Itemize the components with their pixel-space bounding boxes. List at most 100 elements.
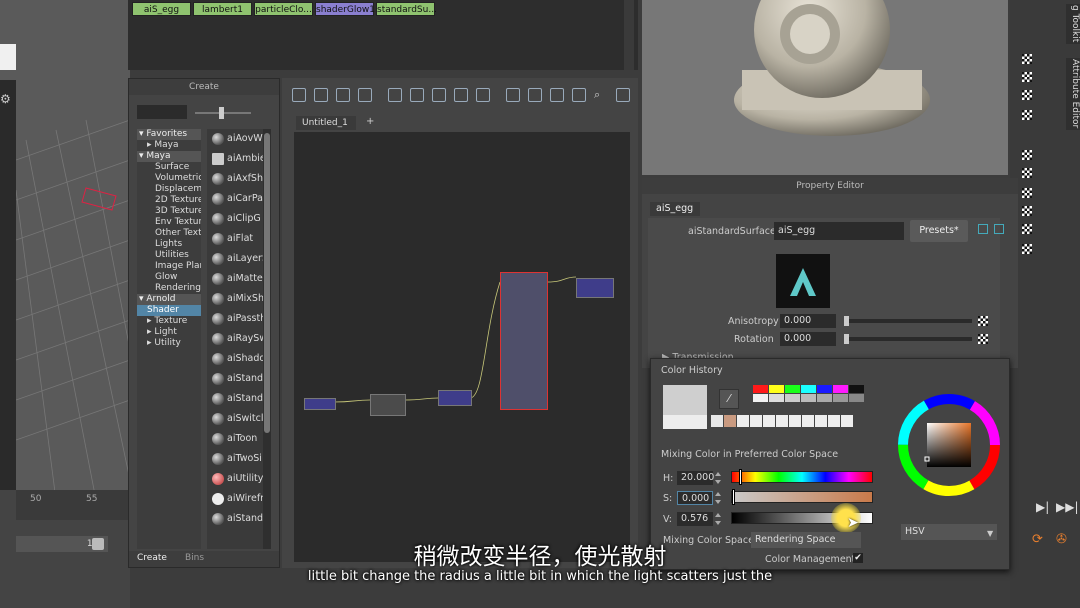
saturation-marker[interactable] [732, 489, 735, 505]
material-swatch[interactable]: particleClo... [254, 2, 313, 16]
checker-icon[interactable] [1022, 224, 1032, 234]
graph-node[interactable] [438, 390, 472, 406]
color-wheel[interactable] [897, 393, 1001, 497]
node-type-item[interactable]: aiFlat [207, 229, 263, 249]
custom-view-icon[interactable] [572, 88, 586, 102]
anisotropy-field[interactable]: 0.000 [780, 314, 836, 328]
tree-item[interactable]: ▸ Light [137, 327, 201, 338]
graph-node[interactable] [576, 278, 614, 298]
h-field[interactable]: 20.000 [677, 471, 714, 485]
material-swatch[interactable]: shaderGlow1 [315, 2, 375, 16]
map-button-icon[interactable] [978, 334, 988, 344]
v-field[interactable]: 0.576 [677, 512, 713, 526]
recent-swatch[interactable] [750, 415, 762, 427]
tree-item[interactable]: Utilities [137, 250, 201, 261]
history-swatch[interactable] [769, 394, 784, 402]
anisotropy-slider[interactable] [844, 319, 972, 323]
eyedropper-icon[interactable]: ⁄ [719, 389, 739, 409]
tree-item[interactable]: Other Text [137, 228, 201, 239]
output-graph-icon[interactable] [314, 88, 328, 102]
tree-item[interactable]: ▾ Favorites [137, 129, 201, 140]
tab-ais-egg[interactable]: aiS_egg [650, 202, 700, 216]
material-swatch[interactable]: standardSu... [376, 2, 437, 16]
tree-item[interactable]: Surface [137, 162, 201, 173]
h-spinner[interactable] [713, 470, 723, 486]
hue-bar[interactable] [731, 471, 873, 483]
anisotropy-slider-knob[interactable] [844, 316, 849, 326]
tree-item[interactable]: Image Plar [137, 261, 201, 272]
saturation-bar[interactable] [731, 491, 873, 503]
history-swatch[interactable] [801, 385, 816, 393]
icon-size-knob[interactable] [219, 107, 224, 119]
tree-item[interactable]: Env Textur [137, 217, 201, 228]
history-swatch[interactable] [769, 385, 784, 393]
checker-icon[interactable] [1022, 110, 1032, 120]
simple-view-icon[interactable] [506, 88, 520, 102]
graph-up-icon[interactable] [454, 88, 468, 102]
recent-swatch[interactable] [711, 415, 723, 427]
tree-item[interactable]: Glow [137, 272, 201, 283]
tree-item[interactable]: 3D Texture [137, 206, 201, 217]
recent-swatch[interactable] [776, 415, 788, 427]
time-ruler[interactable]: 50 55 [16, 490, 130, 520]
tree-item[interactable]: ▸ Utility [137, 338, 201, 349]
tree-item[interactable]: 2D Texture [137, 195, 201, 206]
node-type-item[interactable]: aiStand [207, 509, 263, 529]
history-swatch[interactable] [833, 385, 848, 393]
node-type-item[interactable]: aiMixSh [207, 289, 263, 309]
connected-view-icon[interactable] [528, 88, 542, 102]
node-type-item[interactable]: aiShado [207, 349, 263, 369]
node-type-item[interactable]: aiLayerS [207, 249, 263, 269]
recent-swatch[interactable] [724, 415, 736, 427]
node-graph-canvas[interactable] [294, 132, 630, 562]
v-spinner[interactable] [713, 511, 723, 527]
graph-down-icon[interactable] [476, 88, 490, 102]
copy-tab-icon[interactable] [978, 224, 988, 234]
tree-item[interactable]: Lights [137, 239, 201, 250]
node-type-item[interactable]: aiAmbie [207, 149, 263, 169]
recent-swatch[interactable] [802, 415, 814, 427]
tree-item[interactable]: Rendering [137, 283, 201, 294]
node-type-item[interactable]: aiAxfSh [207, 169, 263, 189]
history-swatch[interactable] [753, 394, 768, 402]
recent-swatch[interactable] [737, 415, 749, 427]
recent-swatch[interactable] [815, 415, 827, 427]
attribute-editor-tab[interactable]: Attribute Editor [1066, 58, 1080, 130]
presets-button[interactable]: Presets* [910, 220, 968, 242]
node-type-item[interactable]: aiPassth [207, 309, 263, 329]
end-icon[interactable]: ▶▶| [1056, 500, 1079, 514]
history-swatch[interactable] [849, 394, 864, 402]
history-swatch[interactable] [785, 394, 800, 402]
frame-all-icon[interactable] [388, 88, 402, 102]
node-type-item[interactable]: aiStand [207, 369, 263, 389]
s-field[interactable]: 0.000 [677, 491, 713, 505]
history-swatch[interactable] [801, 394, 816, 402]
node-type-item[interactable]: aiRaySw [207, 329, 263, 349]
tree-item[interactable]: ▸ Maya [137, 140, 201, 151]
node-type-item[interactable]: aiClipG [207, 209, 263, 229]
checker-icon[interactable] [1022, 168, 1032, 178]
node-type-item[interactable]: aiSwitcl [207, 409, 263, 429]
recent-swatch[interactable] [828, 415, 840, 427]
map-button-icon[interactable] [978, 316, 988, 326]
node-type-item[interactable]: aiWirefr [207, 489, 263, 509]
in-out-graph-icon[interactable] [336, 88, 350, 102]
tree-item[interactable]: ▾ Maya [137, 151, 201, 162]
add-tab-button[interactable]: + [366, 116, 374, 127]
material-swatch[interactable]: lambert1 [193, 2, 252, 16]
checker-icon[interactable] [1022, 54, 1032, 64]
history-swatch[interactable] [753, 385, 768, 393]
recent-swatch[interactable] [763, 415, 775, 427]
node-type-item[interactable]: aiTwoSi [207, 449, 263, 469]
history-swatch[interactable] [833, 394, 848, 402]
tab-untitled[interactable]: Untitled_1 [296, 116, 356, 130]
frame-selected-icon[interactable] [410, 88, 424, 102]
layout-icon[interactable] [432, 88, 446, 102]
filter-field[interactable] [137, 105, 187, 119]
history-swatch[interactable] [785, 385, 800, 393]
toolkit-tab[interactable]: g Toolkit [1066, 4, 1080, 44]
gear-icon[interactable]: ⚙ [0, 92, 11, 106]
tree-item[interactable]: Displacem [137, 184, 201, 195]
history-swatch[interactable] [817, 385, 832, 393]
graph-node[interactable] [304, 398, 336, 410]
